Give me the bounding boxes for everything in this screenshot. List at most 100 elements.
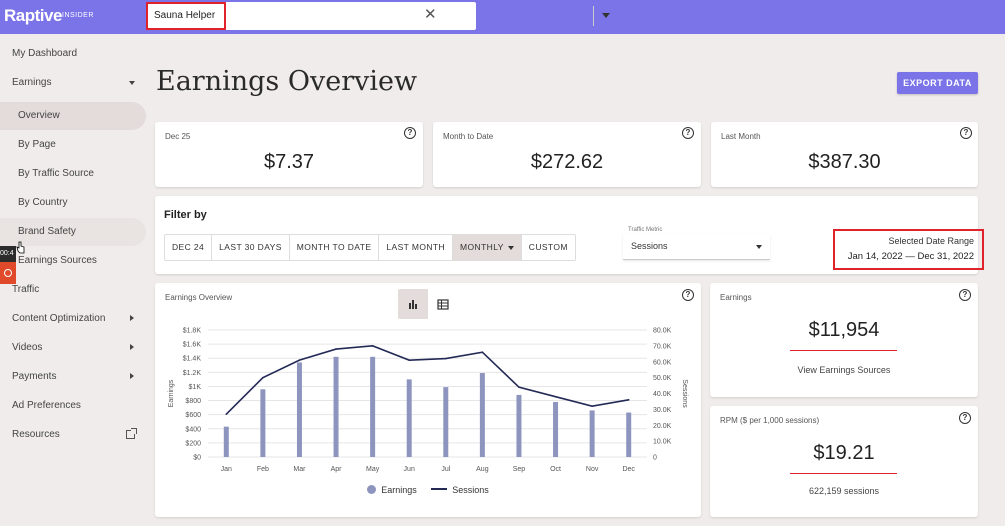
x-tick-label: Jun <box>404 466 415 473</box>
y2-tick-label: 50.0K <box>653 375 672 382</box>
help-icon[interactable]: ? <box>959 289 971 301</box>
sessions-point <box>554 395 557 398</box>
y-tick-label: $0 <box>193 455 201 462</box>
bar <box>260 389 266 457</box>
sessions-point <box>591 405 593 407</box>
legend-swatch <box>431 488 448 490</box>
x-tick-label: Nov <box>586 466 599 473</box>
recorder-time: 00:4 <box>0 250 14 257</box>
x-tick-label: Mar <box>293 466 306 473</box>
sessions-point <box>225 413 228 415</box>
legend-item-earnings[interactable]: Earnings <box>367 485 417 495</box>
sidebar-item-earnings[interactable]: Earnings <box>0 69 146 97</box>
site-selector[interactable]: Sauna Helper ✕ <box>146 2 610 30</box>
stat-label: Dec 25 <box>165 132 191 141</box>
filter-dec-24-button[interactable]: DEC 24 <box>165 235 213 260</box>
traffic-metric-label: Traffic Metric <box>628 227 663 233</box>
filter-last-month-button[interactable]: LAST MONTH <box>379 235 454 260</box>
rpm-value: $19.21 <box>813 442 875 464</box>
sidebar-item-payments[interactable]: Payments <box>0 363 146 391</box>
bar <box>443 387 449 457</box>
sidebar-item-content-optimization[interactable]: Content Optimization <box>0 305 146 333</box>
y2-tick-label: 60.0K <box>653 359 672 366</box>
sidebar-item-traffic[interactable]: Traffic <box>0 276 146 304</box>
x-tick-label: Dec <box>622 466 635 473</box>
y2-tick-label: 40.0K <box>653 391 672 398</box>
bar <box>553 401 559 457</box>
earnings-total-value: $11,954 <box>808 319 880 341</box>
y2-tick-label: 80.0K <box>653 328 672 335</box>
y2-tick-label: 20.0K <box>653 423 672 430</box>
divider <box>790 350 897 351</box>
bar <box>589 410 595 457</box>
site-selector-value[interactable]: Sauna Helper <box>146 2 226 30</box>
help-icon[interactable]: ? <box>960 127 972 139</box>
help-icon[interactable]: ? <box>404 127 416 139</box>
earnings-chart-card: Earnings Overview ? $0 $200 $400 $600 $800 $1… <box>155 283 701 517</box>
stat-value: $387.30 <box>808 151 881 173</box>
caret-down-icon <box>507 245 514 250</box>
stat-label: Month to Date <box>443 132 494 141</box>
filter-last-30-days-button[interactable]: LAST 30 DAYS <box>212 235 290 260</box>
sidebar-item-by-country[interactable]: By Country <box>0 189 146 217</box>
caret-down-icon[interactable] <box>602 13 610 18</box>
y-tick-label: $200 <box>185 440 201 447</box>
caret-right-icon <box>130 344 134 350</box>
earnings-total-card: Earnings ? $11,954 View Earnings Sources <box>710 283 978 397</box>
sidebar-item-overview[interactable]: Overview <box>0 102 146 130</box>
filter-custom-button[interactable]: CUSTOM <box>522 235 575 260</box>
bar <box>479 373 485 457</box>
sessions-point <box>371 345 374 347</box>
y-tick-label: $1.6K <box>183 342 202 349</box>
y-tick-label: $600 <box>185 412 201 419</box>
bar <box>516 394 522 457</box>
traffic-metric-value: Sessions <box>631 241 668 251</box>
sessions-point <box>444 357 447 360</box>
sidebar-item-by-traffic-source[interactable]: By Traffic Source <box>0 160 146 188</box>
date-range-title: Selected Date Range <box>888 236 974 246</box>
divider <box>593 6 594 26</box>
bar <box>370 356 376 457</box>
bar <box>223 426 229 457</box>
sidebar-item-videos[interactable]: Videos <box>0 334 146 362</box>
y-tick-label: $1K <box>189 384 202 391</box>
cursor-hand-icon <box>16 241 25 254</box>
filter-monthly-button[interactable]: MONTHLY <box>453 235 522 260</box>
y2-tick-label: 0 <box>653 455 657 462</box>
filter-month-to-date-button[interactable]: MONTH TO DATE <box>290 235 380 260</box>
rpm-sessions-count: 622,159 sessions <box>808 486 880 496</box>
legend-item-sessions[interactable]: Sessions <box>431 485 489 495</box>
x-tick-label: Feb <box>257 466 269 473</box>
filter-title: Filter by <box>164 209 207 221</box>
y-tick-label: $1.8K <box>183 328 202 335</box>
x-tick-label: Jan <box>221 466 232 473</box>
y2-axis-title: Sessions <box>681 379 688 408</box>
help-icon[interactable]: ? <box>959 412 971 424</box>
sidebar-item-resources[interactable]: Resources <box>0 421 146 449</box>
y-tick-label: $800 <box>185 398 201 405</box>
export-data-button[interactable]: EXPORT DATA <box>897 72 978 94</box>
chart-legend: Earnings Sessions <box>155 485 701 495</box>
x-tick-label: Jul <box>441 466 450 473</box>
sessions-point <box>298 359 301 361</box>
logo[interactable]: Raptive <box>4 6 62 26</box>
earnings-sessions-chart: $0 $200 $400 $600 $800 $1K $1.2K $1.4K $1.6K $1.8… <box>168 328 688 474</box>
sessions-line <box>225 345 629 415</box>
traffic-metric-select[interactable]: Sessions <box>623 234 770 260</box>
help-icon[interactable]: ? <box>682 127 694 139</box>
sessions-point <box>481 351 484 354</box>
sidebar-item-my-dashboard[interactable]: My Dashboard <box>0 40 146 68</box>
sessions-point <box>262 376 264 379</box>
sidebar-item-ad-preferences[interactable]: Ad Preferences <box>0 392 146 420</box>
close-icon[interactable]: ✕ <box>424 7 437 23</box>
caret-down-icon <box>129 81 135 85</box>
x-tick-label: Aug <box>476 466 489 473</box>
y-tick-label: $1.4K <box>183 356 202 363</box>
stat-label: Last Month <box>721 132 761 141</box>
record-icon[interactable] <box>0 262 16 284</box>
sidebar-item-by-page[interactable]: By Page <box>0 131 146 159</box>
divider <box>790 473 897 474</box>
x-tick-label: Oct <box>550 466 561 473</box>
sidebar: My Dashboard Earnings Overview By Page B… <box>0 34 150 526</box>
view-earnings-sources-link[interactable]: View Earnings Sources <box>710 365 978 375</box>
